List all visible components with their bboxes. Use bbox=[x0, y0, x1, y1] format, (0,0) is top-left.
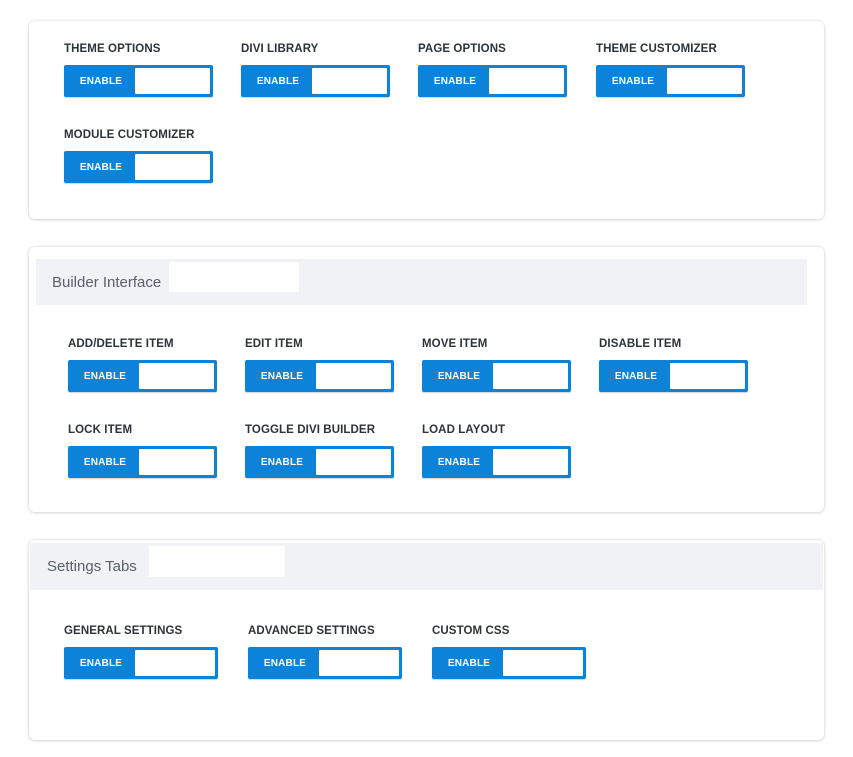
toggle-off-area[interactable] bbox=[135, 68, 210, 94]
divi-library-toggle[interactable]: ENABLE bbox=[241, 65, 390, 97]
header-tab-blank bbox=[149, 546, 285, 577]
toggle-enable-label: ENABLE bbox=[256, 75, 300, 87]
theme-options-toggle[interactable]: ENABLE bbox=[64, 65, 213, 97]
header-tab-blank bbox=[169, 262, 299, 292]
disable-item-toggle[interactable]: ENABLE bbox=[599, 360, 748, 392]
settings-tabs-header: Settings Tabs bbox=[30, 543, 823, 590]
theme-customizer-toggle[interactable]: ENABLE bbox=[596, 65, 745, 97]
toggle-enable-label: ENABLE bbox=[614, 370, 658, 382]
toggle-off-area[interactable] bbox=[493, 449, 568, 475]
toggle-off-area[interactable] bbox=[319, 650, 399, 676]
field-label: THEME CUSTOMIZER bbox=[596, 43, 717, 55]
toggle-off-area[interactable] bbox=[503, 650, 583, 676]
toggle-enable-label: ENABLE bbox=[260, 456, 304, 468]
edit-item-toggle[interactable]: ENABLE bbox=[245, 360, 394, 392]
toggle-enable-label: ENABLE bbox=[437, 456, 481, 468]
toggle-off-area[interactable] bbox=[139, 449, 214, 475]
theme-options-card: THEME OPTIONS ENABLE DIVI LIBRARY ENABLE… bbox=[29, 21, 824, 219]
toggle-off-area[interactable] bbox=[316, 363, 391, 389]
toggle-divi-builder-toggle[interactable]: ENABLE bbox=[245, 446, 394, 478]
toggle-enable-label: ENABLE bbox=[611, 75, 655, 87]
field-label: ADVANCED SETTINGS bbox=[248, 625, 375, 637]
field-label: TOGGLE DIVI BUILDER bbox=[245, 424, 376, 436]
lock-item-toggle[interactable]: ENABLE bbox=[68, 446, 217, 478]
builder-interface-card: Builder Interface ADD/DELETE ITEM ENABLE… bbox=[29, 247, 824, 512]
builder-interface-header: Builder Interface bbox=[36, 259, 807, 305]
toggle-enable-label: ENABLE bbox=[83, 456, 127, 468]
toggle-off-area[interactable] bbox=[135, 650, 215, 676]
toggle-enable-label: ENABLE bbox=[83, 370, 127, 382]
custom-css-toggle[interactable]: ENABLE bbox=[432, 647, 586, 679]
field-label: EDIT ITEM bbox=[245, 338, 303, 350]
toggle-off-area[interactable] bbox=[135, 154, 210, 180]
toggle-enable-label: ENABLE bbox=[79, 161, 123, 173]
field-label: ADD/DELETE ITEM bbox=[68, 338, 174, 350]
builder-interface-title: Builder Interface bbox=[52, 273, 162, 291]
toggle-off-area[interactable] bbox=[489, 68, 564, 94]
toggle-enable-label: ENABLE bbox=[79, 657, 123, 669]
toggle-enable-label: ENABLE bbox=[433, 75, 477, 87]
toggle-off-area[interactable] bbox=[316, 449, 391, 475]
toggle-enable-label: ENABLE bbox=[437, 370, 481, 382]
toggle-enable-label: ENABLE bbox=[260, 370, 304, 382]
toggle-off-area[interactable] bbox=[312, 68, 387, 94]
field-label: CUSTOM CSS bbox=[432, 625, 510, 637]
toggle-enable-label: ENABLE bbox=[447, 657, 491, 669]
field-label: LOAD LAYOUT bbox=[422, 424, 506, 436]
field-label: LOCK ITEM bbox=[68, 424, 133, 436]
field-label: PAGE OPTIONS bbox=[418, 43, 506, 55]
field-label: MOVE ITEM bbox=[422, 338, 488, 350]
field-label: MODULE CUSTOMIZER bbox=[64, 129, 195, 141]
move-item-toggle[interactable]: ENABLE bbox=[422, 360, 571, 392]
advanced-settings-toggle[interactable]: ENABLE bbox=[248, 647, 402, 679]
toggle-enable-label: ENABLE bbox=[263, 657, 307, 669]
add-delete-item-toggle[interactable]: ENABLE bbox=[68, 360, 217, 392]
toggle-off-area[interactable] bbox=[667, 68, 742, 94]
field-label: DISABLE ITEM bbox=[599, 338, 682, 350]
page-options-toggle[interactable]: ENABLE bbox=[418, 65, 567, 97]
settings-tabs-card: Settings Tabs GENERAL SETTINGS ENABLE AD… bbox=[29, 540, 824, 740]
module-customizer-toggle[interactable]: ENABLE bbox=[64, 151, 213, 183]
toggle-off-area[interactable] bbox=[493, 363, 568, 389]
toggle-off-area[interactable] bbox=[139, 363, 214, 389]
field-label: GENERAL SETTINGS bbox=[64, 625, 183, 637]
load-layout-toggle[interactable]: ENABLE bbox=[422, 446, 571, 478]
field-label: THEME OPTIONS bbox=[64, 43, 161, 55]
settings-tabs-title: Settings Tabs bbox=[47, 558, 137, 575]
toggle-off-area[interactable] bbox=[670, 363, 745, 389]
field-label: DIVI LIBRARY bbox=[241, 43, 319, 55]
toggle-enable-label: ENABLE bbox=[79, 75, 123, 87]
general-settings-toggle[interactable]: ENABLE bbox=[64, 647, 218, 679]
